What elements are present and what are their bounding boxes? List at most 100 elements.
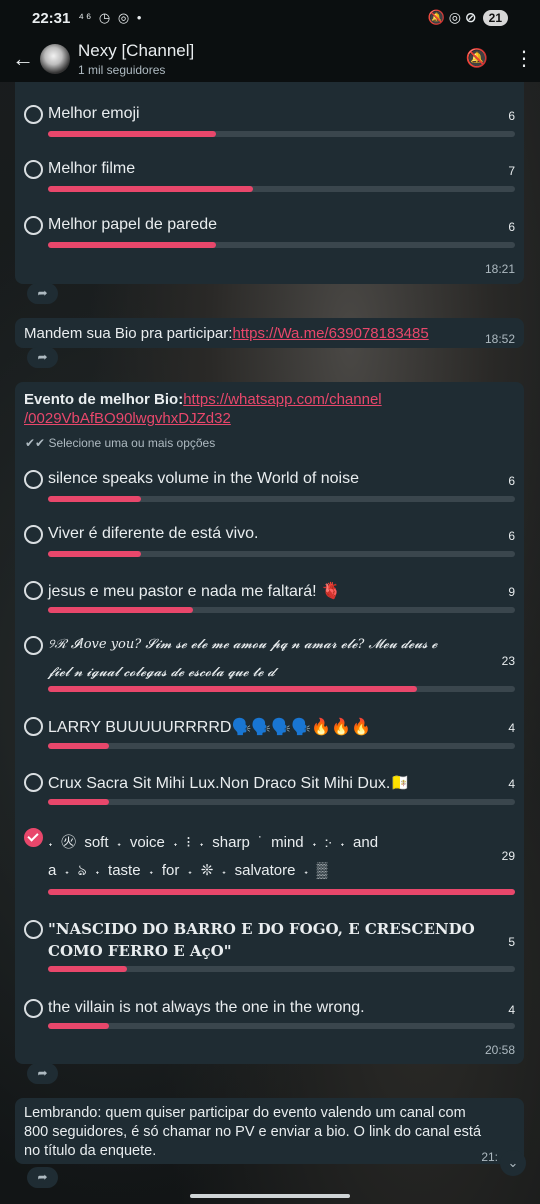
vote-bar — [48, 889, 515, 895]
poll-option-label: LARRY BUUUUURRRRD🗣️🗣️🗣️🗣️🔥🔥🔥 — [48, 719, 371, 736]
channel-title-box[interactable]: Nexy [Channel] 1 mil seguidores — [78, 41, 194, 77]
vote-bar-fill — [48, 686, 417, 692]
radio-button[interactable] — [24, 999, 43, 1018]
vote-bar-fill — [48, 889, 515, 895]
vote-bar-fill — [48, 743, 109, 749]
radio-button[interactable] — [24, 160, 43, 179]
hint-text: Selecione uma ou mais opções — [48, 436, 216, 450]
vote-bar — [48, 496, 515, 502]
poll-option-label-line1: ˖ ㊋ soft ˖ voice ˖ ⁝ ˖ sharp ˙ mind ˖ ჻ … — [48, 834, 379, 851]
vote-bar-fill — [48, 242, 217, 248]
poll-option-label: silence speaks volume in the World of no… — [48, 470, 359, 487]
message-text: Mandem sua Bio pra participar:https://Wa… — [24, 324, 429, 343]
radio-button[interactable] — [24, 216, 43, 235]
channel-title[interactable]: Nexy [Channel] — [78, 41, 194, 61]
poll-title: Evento de melhor Bio:https://whatsapp.co… — [24, 390, 382, 428]
poll-option-label-line2: a ˖ ঌ ˖ taste ˖ for ˖ ❊ ˖ salvatore ˖ ▒ — [48, 862, 328, 879]
message-time: 21: — [481, 1150, 498, 1164]
more-options-icon[interactable]: ⋮ — [514, 46, 534, 71]
poll-option-label-line1: ୨ℛ 𝓘love you? 𝓢𝓲𝓶 𝓼𝓮 𝓮𝓵𝓮 𝓶𝓮 𝓪𝓶𝓸𝓾 𝓹𝓺 𝓷 𝓪𝓶… — [48, 637, 438, 652]
battery-icon: 21 — [482, 9, 508, 26]
channel-header: ← Nexy [Channel] 1 mil seguidores 🔕 ⋮ — [0, 36, 540, 82]
radio-button[interactable] — [24, 581, 43, 600]
share-forward-icon[interactable]: ➦ — [27, 1063, 58, 1084]
radio-button[interactable] — [24, 470, 43, 489]
vote-count[interactable]: 29 — [502, 849, 515, 863]
double-check-icon: ✔✔ — [25, 436, 46, 450]
share-forward-icon[interactable]: ➦ — [27, 347, 58, 368]
vote-count[interactable]: 6 — [508, 474, 515, 488]
notification-icons: ⁴⁶ ◷ ◎ • — [78, 10, 144, 25]
vote-bar-fill — [48, 551, 142, 557]
poll-card-1: Melhor emoji 6 Melhor filme 7 Melhor pap… — [15, 82, 524, 284]
channel-avatar[interactable] — [40, 44, 70, 74]
vote-bar — [48, 607, 515, 613]
vote-bar — [48, 1023, 515, 1029]
vote-bar — [48, 131, 515, 137]
poll-title-link[interactable]: https://whatsapp.com/channel — [183, 391, 381, 408]
poll-option-label: Melhor papel de parede — [48, 216, 218, 233]
scroll-down-chevron-icon[interactable]: ⌄ — [500, 1150, 526, 1176]
vote-count[interactable]: 5 — [508, 935, 515, 949]
multi-select-hint: ✔✔ Selecione uma ou mais opções — [25, 436, 215, 450]
vote-count[interactable]: 9 — [508, 585, 515, 599]
poll-option-label: the villain is not always the one in the… — [48, 999, 365, 1016]
radio-button[interactable] — [24, 920, 43, 939]
radio-button[interactable] — [24, 717, 43, 736]
poll-option-label: Melhor emoji — [48, 105, 140, 122]
message-time: 18:21 — [484, 262, 515, 276]
vote-count[interactable]: 6 — [508, 109, 515, 123]
share-forward-icon[interactable]: ➦ — [27, 1167, 58, 1188]
message-text: Lembrando: quem quiser participar do eve… — [24, 1104, 481, 1161]
poll-option-label: Viver é diferente de está vivo. — [48, 525, 259, 542]
vote-bar — [48, 743, 515, 749]
vote-count[interactable]: 6 — [508, 220, 515, 234]
checked-radio-icon[interactable] — [24, 828, 43, 847]
vote-bar — [48, 799, 515, 805]
poll-card-2: Evento de melhor Bio:https://whatsapp.co… — [15, 382, 524, 1064]
vote-count[interactable]: 23 — [502, 654, 515, 668]
gesture-nav-bar[interactable] — [190, 1194, 350, 1198]
message-link[interactable]: https://Wa.me/639078183485 — [232, 325, 428, 342]
system-icons: 🔕 ◎ ⊘ — [427, 9, 477, 25]
clock: 22:31 — [32, 9, 71, 27]
message-bubble-2: Lembrando: quem quiser participar do eve… — [15, 1098, 524, 1164]
vote-bar — [48, 242, 515, 248]
vote-count[interactable]: 4 — [508, 1003, 515, 1017]
status-bar: 22:31 ⁴⁶ ◷ ◎ • 🔕 ◎ ⊘ 21 — [0, 0, 540, 36]
poll-option-label-line2: 𝓯𝓲𝓮𝓵 𝓷 𝓲𝓰𝓾𝓪𝓵 𝓬𝓸𝓵𝓮𝓰𝓪𝓼 𝓭𝓮 𝓮𝓼𝓬𝓸𝓵𝓪 𝓺𝓾𝓮 𝓽𝓮 𝓭 — [48, 665, 276, 680]
vote-bar-fill — [48, 496, 142, 502]
vote-bar-fill — [48, 186, 254, 192]
message-bubble-1: Mandem sua Bio pra participar:https://Wa… — [15, 318, 524, 348]
vote-count[interactable]: 4 — [508, 721, 515, 735]
vote-bar-fill — [48, 799, 109, 805]
mute-bell-icon[interactable]: 🔕 — [466, 48, 488, 69]
follower-count: 1 mil seguidores — [78, 63, 166, 77]
message-line: no título da enquete. — [24, 1143, 157, 1159]
message-line: Lembrando: quem quiser participar do eve… — [24, 1105, 466, 1121]
vote-bar — [48, 551, 515, 557]
message-time: 18:52 — [484, 332, 515, 346]
radio-button[interactable] — [24, 105, 43, 124]
radio-button[interactable] — [24, 525, 43, 544]
poll-option-label: Crux Sacra Sit Mihi Lux.Non Draco Sit Mi… — [48, 775, 411, 792]
vote-bar — [48, 686, 515, 692]
poll-title-link-cont[interactable]: /0029VbAfBO90lwgvhxDJZd32 — [24, 410, 231, 427]
back-arrow-icon[interactable]: ← — [12, 46, 36, 72]
poll-option-label-line2: COMO FERRO E AçO" — [48, 942, 232, 960]
vote-bar-fill — [48, 1023, 109, 1029]
vote-bar-fill — [48, 607, 193, 613]
vote-bar-fill — [48, 131, 217, 137]
vote-count[interactable]: 4 — [508, 777, 515, 791]
radio-button[interactable] — [24, 773, 43, 792]
vote-count[interactable]: 6 — [508, 529, 515, 543]
vote-bar — [48, 966, 515, 972]
vote-count[interactable]: 7 — [508, 164, 515, 178]
radio-button[interactable] — [24, 636, 43, 655]
message-line: 800 seguidores, é só chamar no PV e envi… — [24, 1124, 482, 1140]
vote-bar-fill — [48, 966, 128, 972]
poll-option-label: jesus e meu pastor e nada me faltará! 🫀 — [48, 583, 341, 600]
share-forward-icon[interactable]: ➦ — [27, 283, 58, 304]
vote-bar — [48, 186, 515, 192]
poll-title-text: Evento de melhor Bio: — [24, 391, 184, 408]
